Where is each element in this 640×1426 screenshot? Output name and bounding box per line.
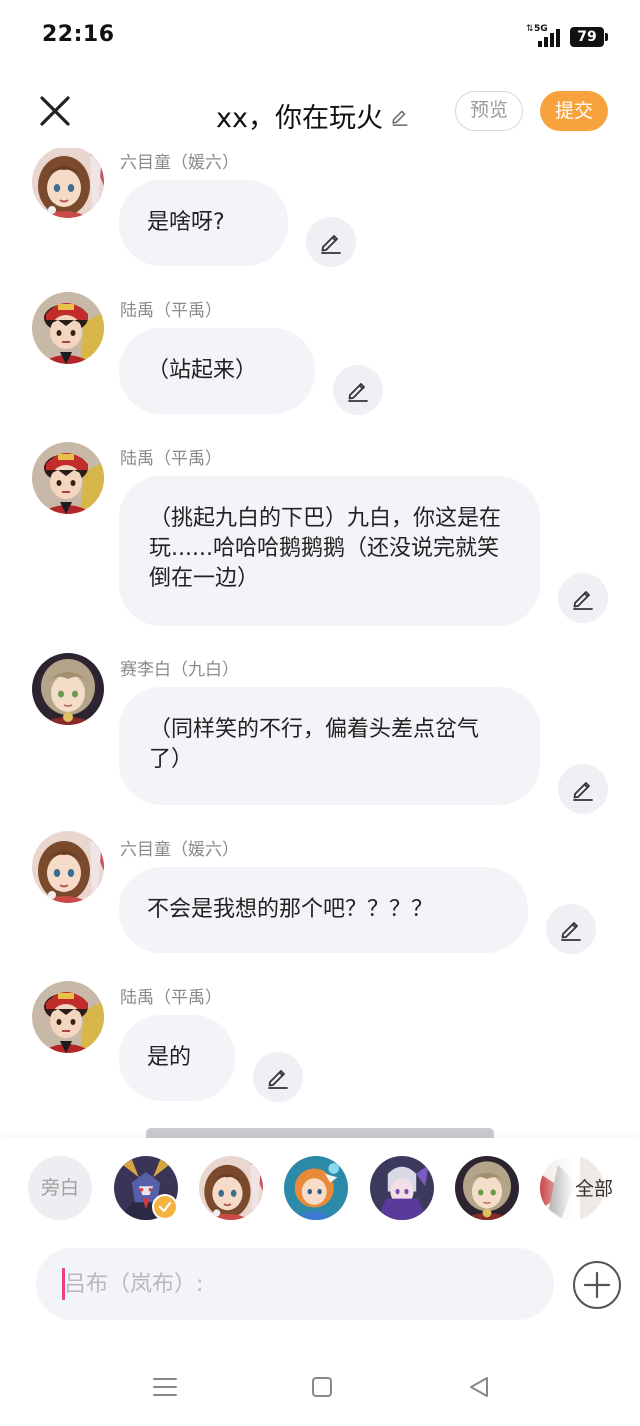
- check-icon: [158, 1201, 172, 1213]
- pencil-icon: [571, 777, 595, 801]
- message-sender: 陆禹（平禹）: [120, 988, 222, 1008]
- avatar[interactable]: [32, 653, 104, 725]
- pencil-icon: [266, 1065, 290, 1089]
- avatar[interactable]: [32, 292, 104, 364]
- chat-list[interactable]: 六目童（媛六） 是啥呀? 陆禹（平禹） （站起来） 陆禹（平禹） （挑起九白的下…: [0, 148, 640, 1138]
- list-fade: [540, 1156, 580, 1222]
- all-characters-button[interactable]: 全部: [575, 1174, 613, 1201]
- message-sender: 赛李白（九白）: [120, 660, 239, 680]
- message-bubble[interactable]: 是的: [119, 1015, 235, 1101]
- back-triangle-icon[interactable]: [465, 1372, 495, 1402]
- message-sender: 陆禹（平禹）: [120, 449, 222, 469]
- message-bubble[interactable]: 是啥呀?: [119, 180, 288, 266]
- edit-message-button[interactable]: [558, 764, 608, 814]
- character-avatar[interactable]: [455, 1156, 519, 1220]
- pencil-icon: [346, 378, 370, 402]
- story-title-wrap[interactable]: xx，你在玩火: [216, 96, 411, 135]
- input-row: [0, 1248, 640, 1322]
- pencil-icon: [571, 586, 595, 610]
- message-input[interactable]: [64, 1248, 534, 1320]
- edit-message-button[interactable]: [546, 904, 596, 954]
- pencil-icon: [559, 917, 583, 941]
- battery-icon: 79: [570, 27, 608, 47]
- narrator-button[interactable]: 旁白: [28, 1156, 92, 1220]
- character-avatar[interactable]: [199, 1156, 263, 1220]
- edit-message-button[interactable]: [558, 573, 608, 623]
- message-sender: 六目童（媛六）: [120, 153, 239, 173]
- message-bubble[interactable]: （站起来）: [119, 328, 315, 414]
- status-icons: ⇅ 5G 79: [526, 24, 608, 50]
- avatar[interactable]: [32, 148, 104, 218]
- avatar[interactable]: [32, 831, 104, 903]
- pencil-icon: [392, 110, 408, 126]
- message-sender: 六目童（媛六）: [120, 840, 239, 860]
- story-title: xx，你在玩火: [216, 103, 383, 134]
- preview-button[interactable]: 预览: [455, 91, 523, 131]
- avatar[interactable]: [32, 442, 104, 514]
- editor-header: xx，你在玩火 预览 提交: [0, 78, 640, 148]
- panel-drag-handle[interactable]: [146, 1128, 494, 1138]
- edit-message-button[interactable]: [253, 1052, 303, 1102]
- pencil-icon: [319, 230, 343, 254]
- status-time: 22:16: [42, 22, 115, 47]
- edit-message-button[interactable]: [333, 365, 383, 415]
- selected-badge: [152, 1194, 178, 1220]
- status-bar: 22:16 ⇅ 5G 79: [0, 0, 640, 70]
- message-sender: 陆禹（平禹）: [120, 301, 222, 321]
- message-bubble[interactable]: 不会是我想的那个吧？？？？: [119, 867, 528, 953]
- avatar[interactable]: [32, 981, 104, 1053]
- character-selector[interactable]: 旁白 全部: [0, 1156, 640, 1222]
- message-bubble[interactable]: （同样笑的不行，偏着头差点岔气了）: [119, 687, 540, 805]
- message-input-box[interactable]: [36, 1248, 554, 1320]
- menu-icon[interactable]: [150, 1372, 180, 1402]
- message-bubble[interactable]: （挑起九白的下巴）九白，你这是在玩......哈哈哈鹅鹅鹅（还没说完就笑倒在一边…: [119, 476, 540, 626]
- system-nav-bar: [0, 1360, 640, 1416]
- edit-message-button[interactable]: [306, 217, 356, 267]
- submit-button[interactable]: 提交: [540, 91, 608, 131]
- plus-icon: [573, 1261, 621, 1309]
- character-avatar[interactable]: [284, 1156, 348, 1220]
- close-button[interactable]: [36, 92, 74, 130]
- close-icon: [40, 96, 70, 126]
- character-avatar[interactable]: [370, 1156, 434, 1220]
- home-square-icon[interactable]: [307, 1372, 337, 1402]
- add-button[interactable]: [572, 1260, 622, 1310]
- composer-panel: 旁白 全部: [0, 1138, 640, 1426]
- cellular-signal-icon: ⇅ 5G: [526, 24, 562, 49]
